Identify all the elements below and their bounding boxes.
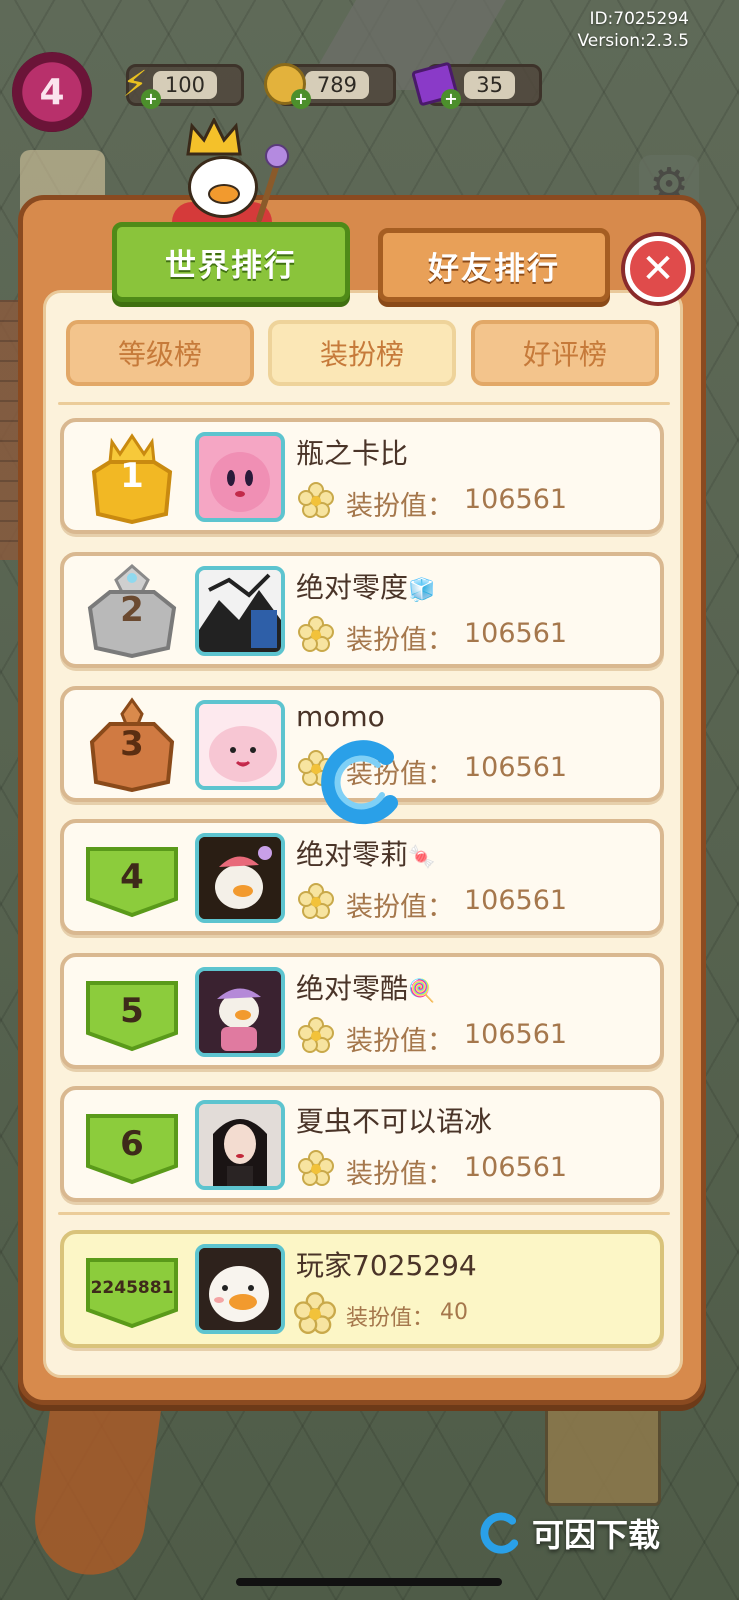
rank-number: 2245881 — [90, 1278, 174, 1298]
subtab-rating[interactable]: 好评榜 — [471, 320, 659, 386]
avatar[interactable] — [195, 1100, 285, 1190]
flower-icon — [294, 1292, 336, 1334]
rank-badge-green: 4 — [82, 829, 182, 925]
rank-number: 3 — [120, 724, 144, 764]
player-name: momo — [296, 700, 385, 733]
subtab-level[interactable]: 等级榜 — [66, 320, 254, 386]
player-name: 绝对零莉🍬 — [296, 838, 436, 871]
coin-value: 789 — [304, 71, 369, 99]
avatar[interactable] — [195, 566, 285, 656]
version-label: Version:2.3.5 — [577, 31, 690, 51]
level-value: 4 — [39, 71, 65, 113]
subtab-outfit[interactable]: 装扮榜 — [268, 320, 456, 386]
level-badge[interactable]: 4 — [12, 52, 92, 132]
avatar[interactable] — [195, 432, 285, 522]
avatar[interactable] — [195, 700, 285, 790]
divider — [58, 1212, 670, 1215]
leaderboard-row[interactable]: 2 绝对零度🧊 装扮值： 106561 — [60, 552, 664, 668]
score-label: 装扮值： — [346, 1026, 454, 1057]
rank-number: 1 — [120, 456, 144, 496]
rank-badge-green: 6 — [82, 1096, 182, 1192]
flower-icon — [298, 883, 334, 919]
add-energy-icon[interactable]: + — [141, 89, 161, 109]
score-value: 106561 — [464, 1019, 568, 1050]
player-name: 瓶之卡比 — [296, 437, 409, 470]
background-carrot-tower — [28, 1388, 162, 1582]
gem-value: 35 — [464, 71, 515, 99]
score-value: 106561 — [464, 1152, 568, 1183]
duck-mascot — [170, 118, 290, 228]
home-indicator[interactable] — [236, 1578, 502, 1586]
rank-badge-silver: 2 — [82, 562, 182, 658]
add-coin-icon[interactable]: + — [291, 89, 311, 109]
flower-icon — [298, 1150, 334, 1186]
score-value: 106561 — [464, 484, 568, 515]
rank-badge-bronze: 3 — [82, 696, 182, 792]
coin-counter[interactable]: + 789 — [264, 63, 396, 109]
rank-badge-gold: 1 — [82, 428, 182, 524]
my-rank-row[interactable]: 2245881 玩家7025294 装扮值： 40 — [60, 1230, 664, 1348]
player-name: 玩家7025294 — [296, 1249, 477, 1282]
score-value: 40 — [440, 1300, 468, 1325]
score-value: 106561 — [464, 885, 568, 916]
wand-gem-icon — [265, 144, 289, 168]
watermark-text: 可因下载 — [532, 1516, 661, 1554]
player-name: 绝对零酷🍭 — [296, 972, 436, 1005]
mascot-beak — [208, 184, 240, 204]
leaderboard-row[interactable]: 1 瓶之卡比 装扮值： 106561 — [60, 418, 664, 534]
version-info: ID:7025294 Version:2.3.5 — [578, 8, 690, 52]
gem-counter[interactable]: + 35 — [411, 61, 542, 109]
watermark-logo-icon — [321, 740, 398, 825]
avatar[interactable] — [195, 1244, 285, 1334]
watermark: 可因下载 — [478, 1510, 660, 1556]
rank-number: 4 — [120, 857, 144, 897]
rank-number: 5 — [120, 991, 144, 1031]
tab-world-ranking[interactable]: 世界排行 — [112, 222, 350, 302]
coin-icon: + — [263, 59, 311, 109]
energy-counter[interactable]: ⚡ + 100 — [122, 64, 244, 109]
flower-icon — [298, 482, 334, 518]
score-label: 装扮值： — [346, 892, 454, 923]
tab-friend-ranking[interactable]: 好友排行 — [378, 228, 610, 302]
avatar[interactable] — [195, 833, 285, 923]
player-name: 绝对零度🧊 — [296, 571, 436, 604]
close-icon[interactable]: ✕ — [625, 236, 691, 302]
energy-value: 100 — [152, 71, 217, 99]
divider — [58, 402, 670, 405]
player-name: 夏虫不可以语冰 — [296, 1105, 493, 1138]
leaderboard-row[interactable]: 5 绝对零酷🍭 装扮值： 106561 — [60, 953, 664, 1069]
rank-number: 6 — [120, 1124, 144, 1164]
score-label: 装扮值： — [346, 1159, 454, 1190]
leaderboard-row[interactable]: 4 绝对零莉🍬 装扮值： 106561 — [60, 819, 664, 935]
rank-badge-green: 2245881 — [82, 1240, 182, 1336]
score-value: 106561 — [464, 618, 568, 649]
rank-number: 2 — [120, 590, 144, 630]
score-label: 装扮值： — [346, 1306, 435, 1331]
add-gem-icon[interactable]: + — [441, 89, 461, 109]
score-label: 装扮值： — [346, 491, 454, 522]
lightning-icon: ⚡ + — [113, 59, 161, 109]
background-shed — [545, 1400, 661, 1506]
flower-icon — [298, 1017, 334, 1053]
leaderboard-row[interactable]: 6 夏虫不可以语冰 装扮值： 106561 — [60, 1086, 664, 1202]
score-value: 106561 — [464, 752, 568, 783]
player-id: ID:7025294 — [589, 9, 689, 29]
watermark-small-logo-icon — [480, 1512, 519, 1554]
crown-icon — [186, 118, 242, 156]
flower-icon — [298, 616, 334, 652]
gem-icon: + — [411, 59, 461, 109]
avatar[interactable] — [195, 967, 285, 1057]
rank-badge-green: 5 — [82, 963, 182, 1059]
score-label: 装扮值： — [346, 625, 454, 656]
